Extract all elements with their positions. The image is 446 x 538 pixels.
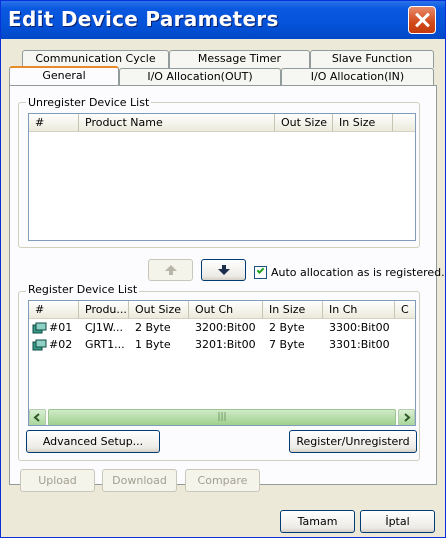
tab-io-allocation-in[interactable]: I/O Allocation(IN) (281, 68, 434, 86)
compare-button[interactable]: Compare (185, 469, 260, 492)
tab-io-allocation-out[interactable]: I/O Allocation(OUT) (119, 68, 281, 86)
general-tab-panel: Unregister Device List # Product Name Ou… (9, 85, 445, 485)
scroll-left-button[interactable] (29, 409, 46, 425)
window-title: Edit Device Parameters (8, 7, 279, 31)
upload-button[interactable]: Upload (20, 469, 95, 492)
auto-allocation-checkbox[interactable] (254, 266, 267, 279)
column-header-empty (393, 114, 415, 132)
row-2-in-size[interactable]: 7 Byte (269, 337, 305, 353)
row-2-product[interactable]: GRT1... (85, 337, 125, 353)
move-up-button[interactable] (148, 259, 193, 281)
row-1-in-size[interactable]: 2 Byte (269, 320, 305, 336)
scroll-right-button[interactable] (398, 409, 415, 425)
row-1-number[interactable]: #01 (49, 320, 72, 336)
column-header-in-ch[interactable]: In Ch (323, 301, 395, 319)
column-header-out-ch[interactable]: Out Ch (189, 301, 263, 319)
column-header-number[interactable]: # (29, 301, 79, 319)
column-header-in-size[interactable]: In Size (333, 114, 393, 132)
register-device-list-label: Register Device List (26, 283, 140, 296)
advanced-setup-button[interactable]: Advanced Setup... (26, 430, 160, 453)
title-bar[interactable]: Edit Device Parameters (1, 1, 445, 39)
download-button[interactable]: Download (102, 469, 177, 492)
column-header-product[interactable]: Produ... (79, 301, 129, 319)
chevron-right-icon (404, 413, 411, 422)
arrow-up-icon (164, 265, 177, 275)
unregister-device-list[interactable]: # Product Name Out Size In Size (28, 113, 416, 241)
tab-slave-function[interactable]: Slave Function (310, 50, 434, 68)
register-device-list[interactable]: # Produ... Out Size Out Ch In Size In Ch… (28, 300, 416, 426)
tab-general[interactable]: General (9, 66, 119, 86)
row-2-out-size[interactable]: 1 Byte (135, 337, 171, 353)
horizontal-scrollbar[interactable]: ||| (29, 409, 415, 425)
ok-button[interactable]: Tamam (280, 510, 355, 533)
auto-allocation-label: Auto allocation as is registered. (271, 266, 445, 279)
check-mark-icon (256, 266, 265, 274)
column-header-c[interactable]: C (395, 301, 415, 319)
close-button[interactable] (408, 6, 436, 34)
row-2-in-ch[interactable]: 3301:Bit00 (329, 337, 390, 353)
tab-message-timer[interactable]: Message Timer (169, 50, 310, 68)
column-header-out-size[interactable]: Out Size (275, 114, 333, 132)
column-header-number[interactable]: # (29, 114, 79, 132)
row-2-number[interactable]: #02 (49, 337, 72, 353)
scroll-thumb[interactable]: ||| (48, 409, 396, 425)
edit-device-parameters-dialog: Edit Device Parameters Communication Cyc… (0, 0, 446, 538)
chevron-left-icon (33, 413, 40, 422)
cancel-button[interactable]: İptal (360, 510, 435, 533)
move-down-button[interactable] (201, 259, 246, 281)
column-header-in-size[interactable]: In Size (263, 301, 323, 319)
column-header-out-size[interactable]: Out Size (129, 301, 189, 319)
row-1-out-size[interactable]: 2 Byte (135, 320, 171, 336)
row-2-out-ch[interactable]: 3201:Bit00 (195, 337, 256, 353)
arrow-down-icon (217, 265, 230, 275)
unregister-device-list-label: Unregister Device List (26, 96, 152, 109)
row-1-in-ch[interactable]: 3300:Bit00 (329, 320, 390, 336)
device-icon (32, 322, 47, 334)
row-1-out-ch[interactable]: 3200:Bit00 (195, 320, 256, 336)
column-header-product-name[interactable]: Product Name (79, 114, 275, 132)
row-1-product[interactable]: CJ1W... (85, 320, 123, 336)
register-unregister-button[interactable]: Register/Unregisterd (289, 430, 417, 453)
device-icon (32, 339, 47, 351)
